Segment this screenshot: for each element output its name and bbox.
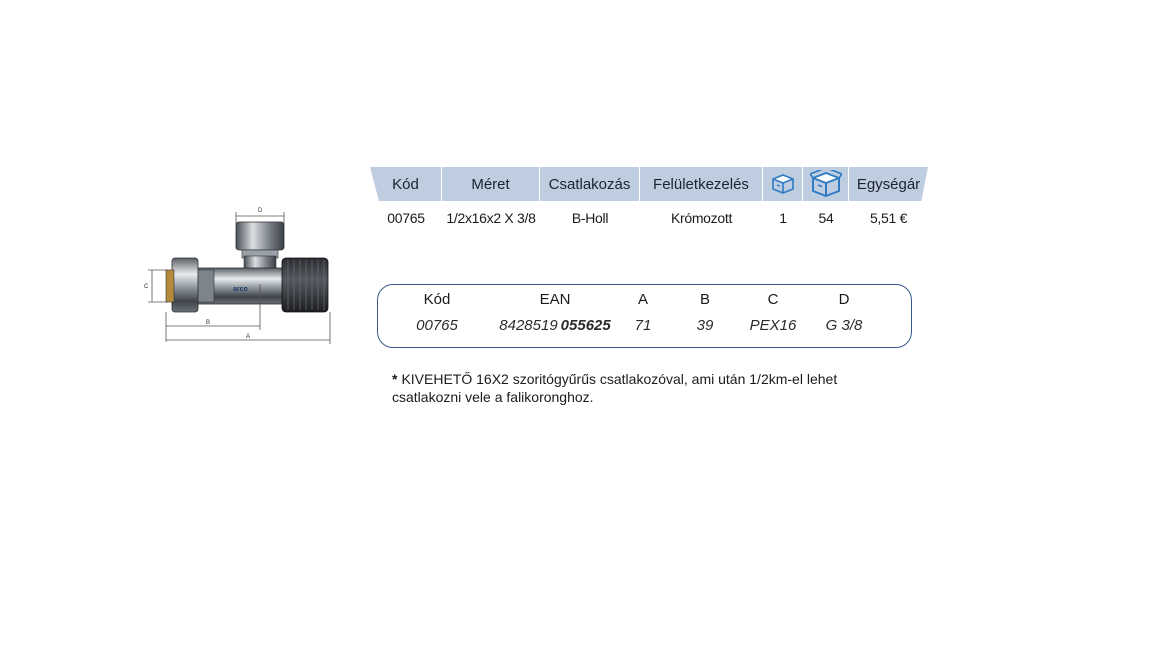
table-row: 00765 1/2x16x2 X 3/8 B-Holl Krómozott 1 …	[370, 201, 928, 235]
spec-header-kod: Kód	[423, 290, 451, 308]
footnote-star: *	[392, 371, 398, 387]
cell-large-pack: 54	[818, 210, 834, 226]
dimension-d-label: D	[258, 208, 263, 214]
spec-header-c: C	[767, 290, 779, 308]
spec-header-b: B	[699, 290, 710, 308]
header-meret: Méret	[442, 167, 540, 201]
price-table: Kód Méret Csatlakozás Felületkezelés Egy…	[370, 167, 928, 235]
price-table-header: Kód Méret Csatlakozás Felületkezelés Egy…	[370, 167, 928, 201]
ean-suffix: 055625	[560, 316, 611, 334]
spec-header-d: D	[838, 290, 850, 308]
spec-header-ean: EAN	[539, 290, 571, 308]
dimension-c-label: C	[144, 284, 149, 290]
spec-table: Kód EAN A B C D 00765 8428519 055625 71 3…	[377, 284, 912, 348]
header-csatlakozas: Csatlakozás	[540, 167, 640, 201]
spec-table-header: Kód EAN A B C D	[378, 287, 911, 311]
dimension-a-label: A	[246, 334, 250, 340]
box-icon	[763, 167, 803, 201]
cell-kod: 00765	[387, 210, 425, 226]
cell-small-pack: 1	[779, 210, 787, 226]
footnote-text: KIVEHETŐ 16X2 szoritógyűrűs csatlakozóva…	[392, 371, 838, 405]
cell-meret: 1/2x16x2 X 3/8	[446, 210, 536, 226]
cell-feluletkezeles: Krómozott	[670, 210, 733, 226]
spec-cell-d: G 3/8	[825, 316, 863, 334]
cell-csatlakozas: B-Holl	[571, 210, 609, 226]
spec-cell-kod: 00765	[416, 316, 458, 334]
spec-cell-ean: 8428519 055625	[496, 312, 614, 338]
valve-technical-drawing: D arco C B A	[144, 208, 331, 344]
cell-egysegar: 5,51 €	[869, 210, 908, 226]
header-kod: Kód	[370, 167, 442, 201]
ean-prefix: 8428519	[499, 316, 558, 334]
dimension-b-label: B	[206, 320, 210, 326]
footnote: * KIVEHETŐ 16X2 szoritógyűrűs csatlakozóv…	[392, 370, 862, 406]
table-row: 00765 8428519 055625 71 39 PEX16 G 3/8	[378, 312, 911, 338]
svg-text:arco: arco	[233, 286, 248, 293]
spec-cell-b: 39	[696, 316, 714, 334]
header-egysegar: Egységár	[856, 175, 921, 193]
header-feluletkezeles: Felületkezelés	[640, 167, 763, 201]
spec-header-a: A	[637, 290, 648, 308]
spec-cell-a: 71	[634, 316, 652, 334]
box-large-icon	[803, 167, 849, 201]
spec-cell-c: PEX16	[749, 316, 797, 334]
